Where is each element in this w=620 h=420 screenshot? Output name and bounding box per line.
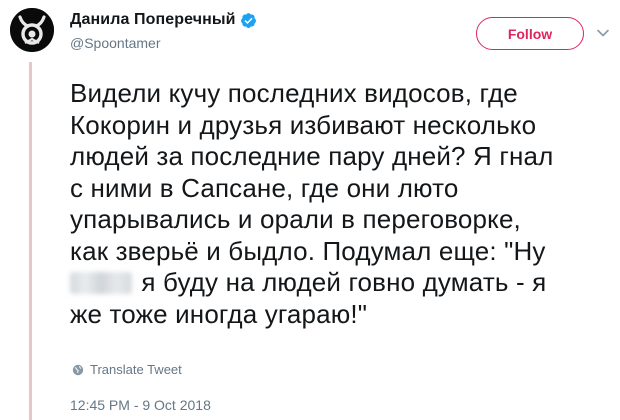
avatar[interactable] [10, 8, 54, 52]
display-name[interactable]: Данила Поперечный [70, 11, 236, 29]
translate-label: Translate Tweet [90, 362, 182, 377]
name-row: Данила Поперечный [70, 10, 257, 30]
tweet-line: людей за последние пару дней? Я гнал [70, 141, 554, 171]
translate-tweet-link[interactable]: Translate Tweet [72, 362, 182, 377]
tweet-line: упарывались и орали в переговорке, [70, 204, 521, 234]
author-block: Данила Поперечный @Spoontamer [70, 10, 257, 51]
tweet-card: Данила Поперечный @Spoontamer Follow Вид… [0, 0, 620, 420]
tweet-line: Видели кучу последних видосов, где [70, 78, 518, 108]
verified-badge-icon [240, 12, 256, 28]
globe-icon [72, 364, 84, 375]
follow-button[interactable]: Follow [476, 17, 584, 50]
avatar-logo-icon [10, 8, 54, 52]
timestamp[interactable]: 12:45 PM - 9 Oct 2018 [70, 397, 211, 413]
thread-line [29, 62, 32, 420]
handle[interactable]: @Spoontamer [70, 35, 257, 51]
tweet-line: же тоже иногда угараю!" [70, 298, 368, 329]
tweet-line: Кокорин и друзья избивают несколько [70, 109, 537, 140]
tweet-line: я буду на людей говно думать - я [141, 267, 547, 297]
tweet-line: как зверьё и быдло. Подумал еще: "Ну [70, 235, 546, 266]
tweet-line: с ними в Сапсане, где они люто [70, 172, 459, 203]
blurred-word [70, 272, 132, 294]
tweet-line-with-blur: я буду на людей говно думать - я [70, 267, 615, 299]
tweet-text: Видели кучу последних видосов, где Кокор… [70, 78, 615, 330]
chevron-down-icon[interactable] [596, 26, 610, 40]
